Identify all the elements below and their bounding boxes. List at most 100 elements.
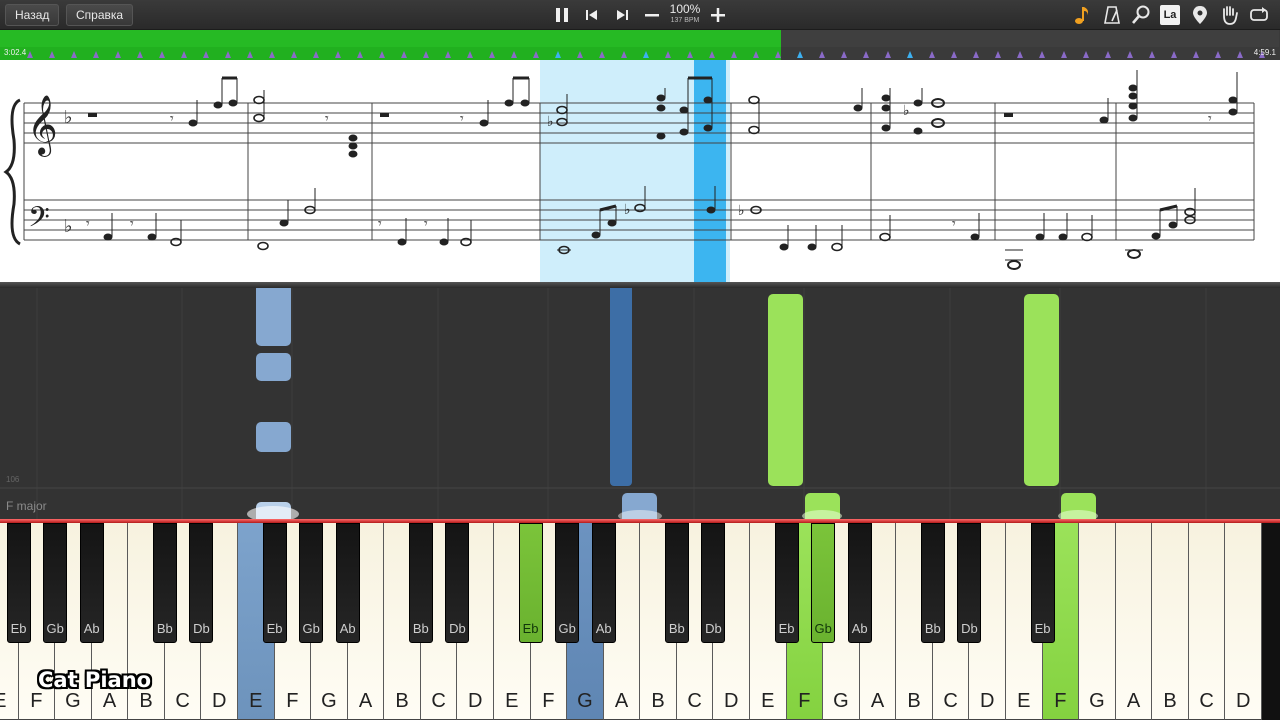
key-label: Eb: [10, 621, 27, 636]
note-icon[interactable]: [1071, 4, 1093, 26]
timeline-marker: [335, 51, 341, 58]
key-label: G: [65, 690, 81, 712]
timeline-marker: [379, 51, 385, 58]
score: 𝄞 𝄢 ♭ ♭ 𝄾 𝄾 𝄾 𝄾 𝄾 𝄾 𝄾 ♭ ♭ ♭ ♭ 𝄾 𝄾: [3, 60, 1255, 282]
key-label: Bb: [668, 621, 685, 636]
key-label: D: [979, 690, 995, 712]
timeline-marker: [1193, 51, 1199, 58]
timeline-marker: [269, 51, 275, 58]
key-label: D: [211, 690, 227, 712]
timeline-marker: [643, 51, 649, 58]
black-key[interactable]: Eb: [6, 523, 31, 643]
black-key[interactable]: Bb: [408, 523, 433, 643]
falling-note: [1024, 294, 1059, 486]
minus-icon[interactable]: [640, 3, 664, 27]
black-key[interactable]: Eb: [1030, 523, 1055, 643]
black-key[interactable]: Ab: [847, 523, 872, 643]
white-key[interactable]: G: [1079, 523, 1116, 720]
svg-text:𝄾: 𝄾: [460, 110, 464, 126]
timeline-marker: [973, 51, 979, 58]
key-label: Ab: [339, 621, 356, 636]
magnifier-icon[interactable]: [1130, 4, 1152, 26]
svg-text:𝄾: 𝄾: [424, 215, 428, 231]
falling-notes-area: 106 F major: [0, 288, 1280, 520]
timeline-marker: [247, 51, 253, 58]
key-label: B: [651, 690, 665, 712]
black-key[interactable]: Db: [189, 523, 214, 643]
black-key[interactable]: Ab: [79, 523, 104, 643]
key-label: D: [467, 690, 483, 712]
bass-clef: 𝄢: [28, 201, 50, 241]
key-label: E: [761, 690, 775, 712]
black-key[interactable]: Ab: [591, 523, 616, 643]
timeline-marker: [1083, 51, 1089, 58]
black-key[interactable]: Db: [701, 523, 726, 643]
elapsed-time: 3:02.4: [4, 48, 27, 57]
timeline-marker: [27, 51, 33, 58]
black-key[interactable]: Bb: [664, 523, 689, 643]
black-key[interactable]: Gb: [299, 523, 324, 643]
plus-icon[interactable]: [706, 3, 730, 27]
timeline-marker: [797, 51, 803, 58]
pause-icon[interactable]: [550, 3, 574, 27]
hand-icon[interactable]: [1218, 4, 1240, 26]
svg-text:♭: ♭: [903, 102, 910, 118]
black-key[interactable]: Db: [445, 523, 470, 643]
skip-back-icon[interactable]: [580, 3, 604, 27]
key-label: Db: [705, 621, 722, 636]
black-key[interactable]: Ab: [335, 523, 360, 643]
key-label: G: [1089, 690, 1105, 712]
treble-clef: 𝄞: [27, 95, 58, 157]
back-button[interactable]: Назад: [5, 4, 60, 26]
black-key[interactable]: Gb: [811, 523, 836, 643]
key-label: A: [614, 690, 629, 712]
timeline-marker: [137, 51, 143, 58]
letter-notes-icon[interactable]: La: [1160, 5, 1180, 25]
black-key[interactable]: Eb: [262, 523, 287, 643]
black-key[interactable]: Eb: [518, 523, 543, 643]
key-label: F: [30, 690, 43, 712]
timeline-marker: [775, 51, 781, 58]
key-label: E: [249, 690, 263, 712]
piano-keyboard[interactable]: EFGABCDEFGABCDEFGABCDEFGABCDEFGABCDEbGbA…: [0, 523, 1280, 720]
key-label: Db: [193, 621, 210, 636]
help-button[interactable]: Справка: [66, 4, 134, 26]
key-label: F: [286, 690, 299, 712]
skip-forward-icon[interactable]: [610, 3, 634, 27]
timeline-marker: [1105, 51, 1111, 58]
white-key[interactable]: C: [1188, 523, 1226, 720]
svg-text:♭: ♭: [738, 202, 745, 218]
timeline-marker: [1237, 51, 1243, 58]
svg-text:𝄾: 𝄾: [1208, 110, 1212, 126]
timeline-marker: [225, 51, 231, 58]
white-key[interactable]: B: [1152, 523, 1189, 720]
zoom-value: 100%: [669, 2, 701, 16]
timeline-marker: [115, 51, 121, 58]
key-label: A: [102, 690, 117, 712]
falling-note: [610, 288, 632, 486]
note-roll: [0, 288, 1280, 520]
loop-icon[interactable]: [1248, 4, 1270, 26]
song-timeline[interactable]: 3:02.4 4:59.1: [0, 30, 1280, 60]
falling-note: [768, 294, 803, 486]
timeline-marker: [489, 51, 495, 58]
black-key[interactable]: Eb: [774, 523, 799, 643]
white-key[interactable]: A: [1115, 523, 1153, 720]
key-label: C: [1199, 690, 1214, 712]
timeline-marker: [1127, 51, 1133, 58]
black-key[interactable]: Bb: [152, 523, 177, 643]
sheet-music[interactable]: 𝄞 𝄢 ♭ ♭ 𝄾 𝄾 𝄾 𝄾 𝄾 𝄾 𝄾 ♭ ♭ ♭ ♭ 𝄾 𝄾: [0, 60, 1280, 282]
timeline-marker: [423, 51, 429, 58]
metronome-icon[interactable]: [1101, 4, 1123, 26]
black-key[interactable]: Gb: [555, 523, 580, 643]
black-key[interactable]: Gb: [43, 523, 68, 643]
key-label: Eb: [522, 621, 539, 636]
key-label: Ab: [595, 621, 612, 636]
timeline-marker: [511, 51, 517, 58]
black-key[interactable]: Db: [957, 523, 982, 643]
map-pin-icon[interactable]: [1189, 4, 1211, 26]
key-label: A: [1126, 690, 1141, 712]
black-key[interactable]: Bb: [920, 523, 945, 643]
white-key[interactable]: D: [1225, 523, 1262, 720]
measure-number: 106: [6, 475, 20, 484]
